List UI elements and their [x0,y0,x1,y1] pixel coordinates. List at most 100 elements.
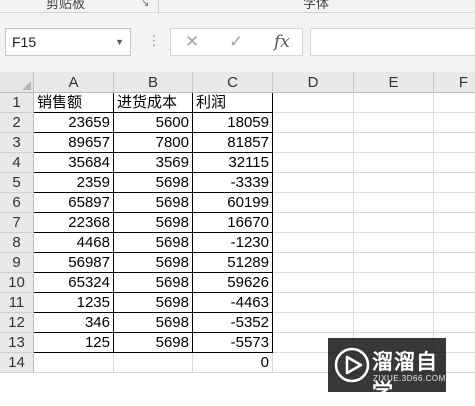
row-header[interactable]: 13 [0,333,34,353]
cell-f11[interactable] [434,293,475,313]
cell-f5[interactable] [434,173,475,193]
row-header[interactable]: 4 [0,153,34,173]
cell-d4[interactable] [273,153,354,173]
cell-a5[interactable]: 2359 [34,173,114,193]
column-header-a[interactable]: A [34,72,114,93]
cell-a13[interactable]: 125 [34,333,114,353]
cell-c7[interactable]: 16670 [193,213,273,233]
cell-e11[interactable] [354,293,434,313]
cell-c4[interactable]: 32115 [193,153,273,173]
cell-f10[interactable] [434,273,475,293]
cell-c12[interactable]: -5352 [193,313,273,333]
row-header[interactable]: 14 [0,353,34,373]
cell-d2[interactable] [273,113,354,133]
cell-e4[interactable] [354,153,434,173]
cell-b1[interactable]: 进货成本 [114,93,193,113]
enter-icon[interactable]: ✓ [229,32,243,52]
cell-b2[interactable]: 5600 [114,113,193,133]
formula-input[interactable] [310,28,475,56]
row-header[interactable]: 8 [0,233,34,253]
cell-d5[interactable] [273,173,354,193]
cell-f6[interactable] [434,193,475,213]
cell-e1[interactable] [354,93,434,113]
cell-f2[interactable] [434,113,475,133]
cell-c8[interactable]: -1230 [193,233,273,253]
cell-e6[interactable] [354,193,434,213]
cell-a2[interactable]: 23659 [34,113,114,133]
cell-f7[interactable] [434,213,475,233]
cell-b7[interactable]: 5698 [114,213,193,233]
row-header[interactable]: 7 [0,213,34,233]
cell-d11[interactable] [273,293,354,313]
cancel-icon[interactable]: ✕ [185,32,199,52]
cell-f1[interactable] [434,93,475,113]
cell-a14[interactable] [34,353,114,373]
cell-d6[interactable] [273,193,354,213]
cell-a4[interactable]: 35684 [34,153,114,173]
cell-a11[interactable]: 1235 [34,293,114,313]
row-header[interactable]: 12 [0,313,34,333]
cell-f4[interactable] [434,153,475,173]
column-header-e[interactable]: E [354,72,434,93]
row-header[interactable]: 9 [0,253,34,273]
cell-b4[interactable]: 3569 [114,153,193,173]
cell-d3[interactable] [273,133,354,153]
cell-c5[interactable]: -3339 [193,173,273,193]
cell-d7[interactable] [273,213,354,233]
cell-f3[interactable] [434,133,475,153]
row-header[interactable]: 6 [0,193,34,213]
cell-e2[interactable] [354,113,434,133]
column-header-f[interactable]: F [434,72,475,93]
row-header[interactable]: 1 [0,93,34,113]
cell-b13[interactable]: 5698 [114,333,193,353]
column-header-d[interactable]: D [273,72,354,93]
cell-e5[interactable] [354,173,434,193]
cell-a3[interactable]: 89657 [34,133,114,153]
cell-b10[interactable]: 5698 [114,273,193,293]
cell-e3[interactable] [354,133,434,153]
cell-e8[interactable] [354,233,434,253]
cell-e12[interactable] [354,313,434,333]
cell-b8[interactable]: 5698 [114,233,193,253]
cell-a9[interactable]: 56987 [34,253,114,273]
cell-c14[interactable]: 0 [193,353,273,373]
cell-c2[interactable]: 18059 [193,113,273,133]
name-box[interactable]: F15 ▼ [5,28,131,56]
cell-a1[interactable]: 销售额 [34,93,114,113]
cell-b5[interactable]: 5698 [114,173,193,193]
dialog-launcher-icon[interactable]: ↘ [141,0,149,9]
cell-f9[interactable] [434,253,475,273]
cell-f8[interactable] [434,233,475,253]
cell-e7[interactable] [354,213,434,233]
cell-d8[interactable] [273,233,354,253]
insert-function-icon[interactable]: fx [274,32,290,52]
cell-a10[interactable]: 65324 [34,273,114,293]
column-header-b[interactable]: B [114,72,193,93]
cell-b3[interactable]: 7800 [114,133,193,153]
drag-handle-icon[interactable]: ⋮ [147,32,161,49]
cell-c11[interactable]: -4463 [193,293,273,313]
cell-d10[interactable] [273,273,354,293]
cell-b11[interactable]: 5698 [114,293,193,313]
select-all-corner[interactable] [0,72,34,93]
chevron-down-icon[interactable]: ▼ [115,29,124,55]
cell-a7[interactable]: 22368 [34,213,114,233]
cell-f12[interactable] [434,313,475,333]
row-header[interactable]: 2 [0,113,34,133]
cell-e9[interactable] [354,253,434,273]
cell-b14[interactable] [114,353,193,373]
row-header[interactable]: 5 [0,173,34,193]
row-header[interactable]: 10 [0,273,34,293]
cell-e10[interactable] [354,273,434,293]
cell-d1[interactable] [273,93,354,113]
cell-c6[interactable]: 60199 [193,193,273,213]
cell-c1[interactable]: 利润 [193,93,273,113]
row-header[interactable]: 3 [0,133,34,153]
cell-c9[interactable]: 51289 [193,253,273,273]
column-header-c[interactable]: C [193,72,273,93]
cell-a6[interactable]: 65897 [34,193,114,213]
cell-b12[interactable]: 5698 [114,313,193,333]
cell-b6[interactable]: 5698 [114,193,193,213]
cell-c10[interactable]: 59626 [193,273,273,293]
cell-a12[interactable]: 346 [34,313,114,333]
